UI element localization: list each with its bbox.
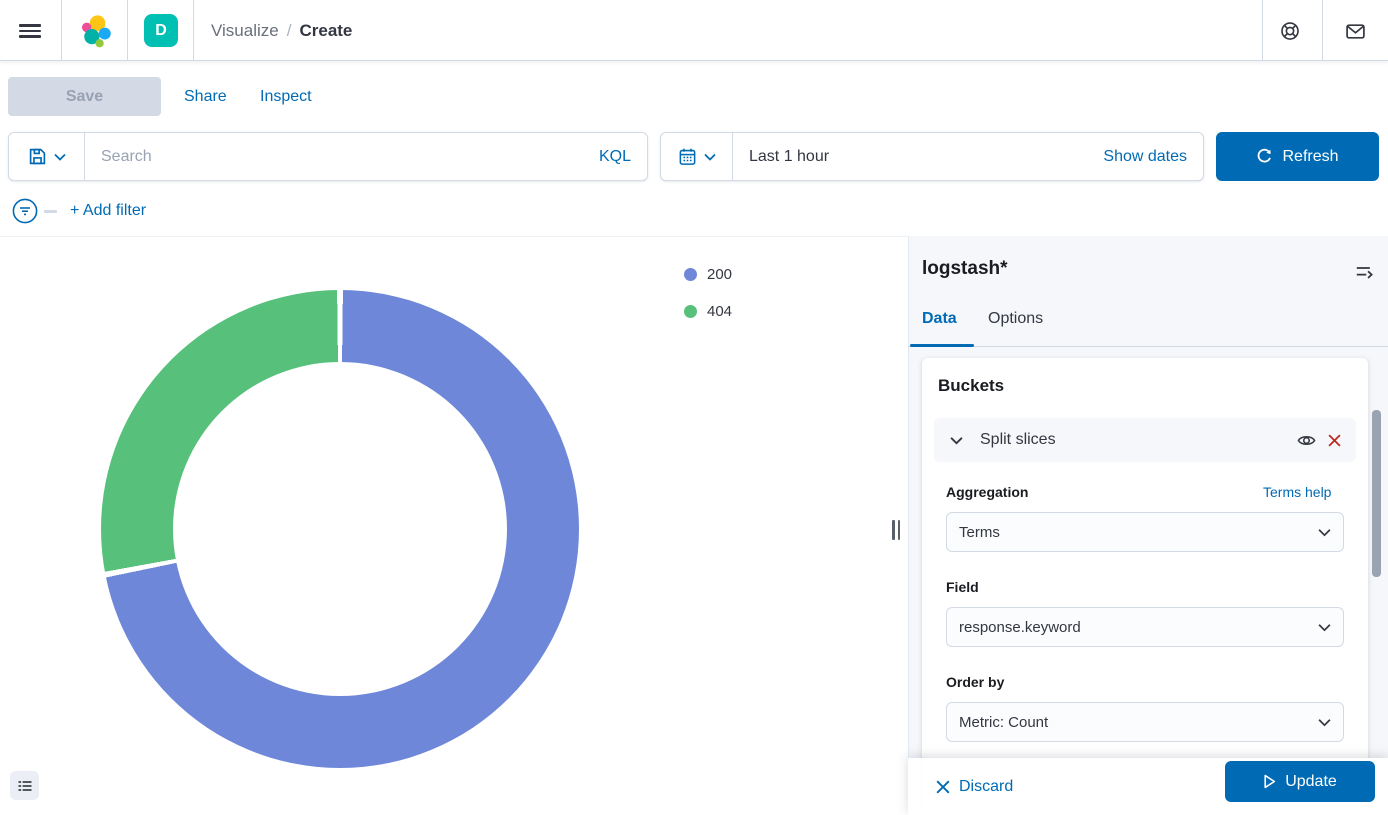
breadcrumb-separator: / [287, 21, 292, 41]
chevron-down-icon [704, 153, 716, 161]
menu-button[interactable] [12, 13, 48, 49]
show-dates-button[interactable]: Show dates [1087, 148, 1203, 166]
legend-toggle-button[interactable] [10, 771, 39, 800]
header-divider [61, 0, 62, 61]
inspect-button[interactable]: Inspect [260, 77, 312, 116]
discard-label: Discard [959, 778, 1013, 796]
donut-hole [173, 362, 507, 696]
order-by-value: Metric: Count [959, 714, 1048, 731]
legend-dot [684, 268, 697, 281]
aggregation-label: Aggregation [946, 484, 1028, 500]
legend-dot [684, 305, 697, 318]
active-tab-underline [910, 344, 974, 347]
date-quick-menu-button[interactable] [661, 133, 733, 180]
remove-bucket-button[interactable] [1320, 426, 1348, 454]
collapse-panel-icon [1355, 263, 1374, 282]
save-button[interactable]: Save [8, 77, 161, 116]
aggregation-value: Terms [959, 524, 1000, 541]
refresh-label: Refresh [1282, 148, 1338, 166]
chevron-down-icon [1318, 623, 1331, 632]
buckets-title: Buckets [938, 376, 1004, 396]
newsfeed-button[interactable] [1338, 14, 1372, 48]
update-button[interactable]: Update [1225, 761, 1375, 802]
header-divider [193, 0, 194, 61]
elastic-logo-icon [80, 15, 113, 48]
query-bar: KQL [8, 132, 648, 181]
index-pattern-title: logstash* [922, 258, 1008, 280]
breadcrumb-section[interactable]: Visualize [211, 21, 279, 41]
share-button[interactable]: Share [184, 77, 227, 116]
query-language-button[interactable]: KQL [595, 148, 647, 166]
order-by-label: Order by [946, 674, 1004, 690]
tabs-border [908, 346, 1388, 347]
date-picker-bar: Last 1 hour Show dates [660, 132, 1204, 181]
space-avatar[interactable]: D [144, 14, 178, 47]
elastic-logo[interactable] [78, 13, 114, 49]
field-label: Field [946, 579, 979, 595]
add-filter-button[interactable]: + Add filter [70, 198, 146, 224]
time-range-value[interactable]: Last 1 hour [733, 148, 1087, 166]
legend-item[interactable]: 404 [684, 303, 732, 320]
legend-item[interactable]: 200 [684, 266, 732, 283]
chevron-down-icon [1318, 718, 1331, 727]
help-icon [1280, 21, 1300, 41]
legend-label: 404 [707, 303, 732, 320]
filter-bar-divider [44, 210, 57, 213]
toggle-visibility-button[interactable] [1292, 426, 1320, 454]
donut-chart[interactable] [101, 290, 579, 768]
field-select[interactable]: response.keyword [946, 607, 1344, 647]
search-input[interactable] [85, 133, 595, 180]
split-slices-row[interactable]: Split slices [934, 418, 1356, 462]
list-icon [17, 778, 33, 794]
chevron-down-icon [54, 153, 66, 161]
close-icon [1328, 434, 1341, 447]
tab-data[interactable]: Data [922, 310, 957, 346]
collapse-panel-button[interactable] [1352, 260, 1376, 284]
eye-icon [1297, 431, 1316, 450]
panel-scrollbar-thumb[interactable] [1372, 410, 1381, 577]
filter-options-button[interactable] [11, 197, 39, 225]
update-label: Update [1285, 773, 1337, 791]
hamburger-icon [19, 24, 41, 38]
mail-icon [1345, 21, 1366, 42]
breadcrumb-current: Create [299, 21, 352, 41]
breadcrumb: Visualize / Create [211, 0, 352, 61]
panel-resize-handle[interactable] [892, 520, 901, 540]
field-value: response.keyword [959, 619, 1081, 636]
chevron-down-icon [1318, 528, 1331, 537]
chart-legend: 200 404 [684, 266, 732, 320]
editor-action-bar: Discard Update [908, 758, 1388, 815]
calendar-icon [678, 147, 697, 166]
header-divider [1322, 0, 1323, 61]
tab-options[interactable]: Options [988, 310, 1043, 346]
refresh-icon [1256, 148, 1273, 165]
aggregation-select[interactable]: Terms [946, 512, 1344, 552]
play-icon [1263, 774, 1276, 789]
refresh-button[interactable]: Refresh [1216, 132, 1379, 181]
terms-help-link[interactable]: Terms help [1263, 484, 1331, 500]
help-button[interactable] [1273, 14, 1307, 48]
order-by-select[interactable]: Metric: Count [946, 702, 1344, 742]
save-query-icon [28, 147, 47, 166]
filter-icon [12, 198, 38, 224]
header-divider [127, 0, 128, 61]
chevron-down-icon [950, 436, 963, 445]
discard-button[interactable]: Discard [936, 778, 1013, 796]
header-divider [1262, 0, 1263, 61]
legend-label: 200 [707, 266, 732, 283]
split-slices-label: Split slices [980, 431, 1292, 449]
saved-query-menu-button[interactable] [9, 133, 85, 180]
chart-canvas: 200 404 [0, 237, 908, 815]
close-icon [936, 780, 950, 794]
app-header: D Visualize / Create [0, 0, 1388, 61]
